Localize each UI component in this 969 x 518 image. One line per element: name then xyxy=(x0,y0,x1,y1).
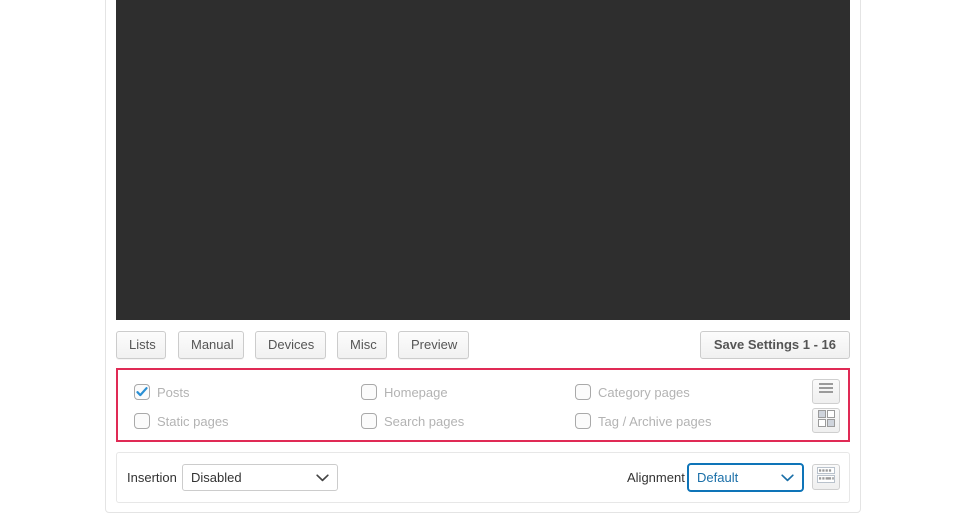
insertion-select-value: Disabled xyxy=(191,470,242,485)
display-conditions-box: Posts Static pages Homepage Search pages… xyxy=(116,368,850,442)
checkbox-search-pages-icon[interactable] xyxy=(361,413,377,429)
checkbox-row-category-pages[interactable]: Category pages xyxy=(575,381,690,403)
alignment-select-value: Default xyxy=(697,470,739,485)
grid-blocks-icon xyxy=(817,409,835,432)
checkbox-label-posts: Posts xyxy=(157,384,190,400)
checkbox-label-tag-archive-pages: Tag / Archive pages xyxy=(598,413,712,429)
table-keyboard-icon xyxy=(817,466,835,488)
checkbox-row-posts[interactable]: Posts xyxy=(134,381,190,403)
checkbox-label-homepage: Homepage xyxy=(384,384,448,400)
list-view-button[interactable] xyxy=(812,379,840,404)
tab-misc[interactable]: Misc xyxy=(337,331,387,359)
alignment-table-button[interactable] xyxy=(812,464,840,490)
tab-manual[interactable]: Manual xyxy=(178,331,244,359)
checkbox-tag-archive-pages-icon[interactable] xyxy=(575,413,591,429)
insertion-label: Insertion xyxy=(127,470,177,485)
checkbox-row-static-pages[interactable]: Static pages xyxy=(134,410,229,432)
insertion-select[interactable]: Disabled xyxy=(182,464,338,491)
tab-preview[interactable]: Preview xyxy=(398,331,469,359)
chevron-down-icon xyxy=(781,469,794,487)
checkbox-label-category-pages: Category pages xyxy=(598,384,690,400)
checkbox-posts-icon[interactable] xyxy=(134,384,150,400)
display-checkbox-grid: Posts Static pages Homepage Search pages… xyxy=(134,381,774,433)
save-settings-button[interactable]: Save Settings 1 - 16 xyxy=(699,331,850,359)
grid-view-button[interactable] xyxy=(812,408,840,433)
tab-button-row: Lists Manual Devices Misc Preview Save S… xyxy=(116,331,850,361)
tab-devices[interactable]: Devices xyxy=(255,331,326,359)
chevron-down-icon xyxy=(316,469,329,487)
checkbox-row-tag-archive-pages[interactable]: Tag / Archive pages xyxy=(575,410,711,432)
checkbox-label-static-pages: Static pages xyxy=(157,413,229,429)
checkbox-static-pages-icon[interactable] xyxy=(134,413,150,429)
checkbox-row-homepage[interactable]: Homepage xyxy=(361,381,448,403)
tab-lists[interactable]: Lists xyxy=(116,331,166,359)
code-preview-area[interactable] xyxy=(116,0,850,320)
insertion-settings-panel: Insertion Disabled Alignment Default xyxy=(116,452,850,503)
page-root: Lists Manual Devices Misc Preview Save S… xyxy=(0,0,969,518)
checkbox-category-pages-icon[interactable] xyxy=(575,384,591,400)
checkbox-row-search-pages[interactable]: Search pages xyxy=(361,410,464,432)
alignment-label: Alignment xyxy=(627,470,685,485)
list-lines-icon xyxy=(818,382,834,401)
checkbox-homepage-icon[interactable] xyxy=(361,384,377,400)
alignment-select[interactable]: Default xyxy=(687,463,804,492)
checkbox-label-search-pages: Search pages xyxy=(384,413,465,429)
